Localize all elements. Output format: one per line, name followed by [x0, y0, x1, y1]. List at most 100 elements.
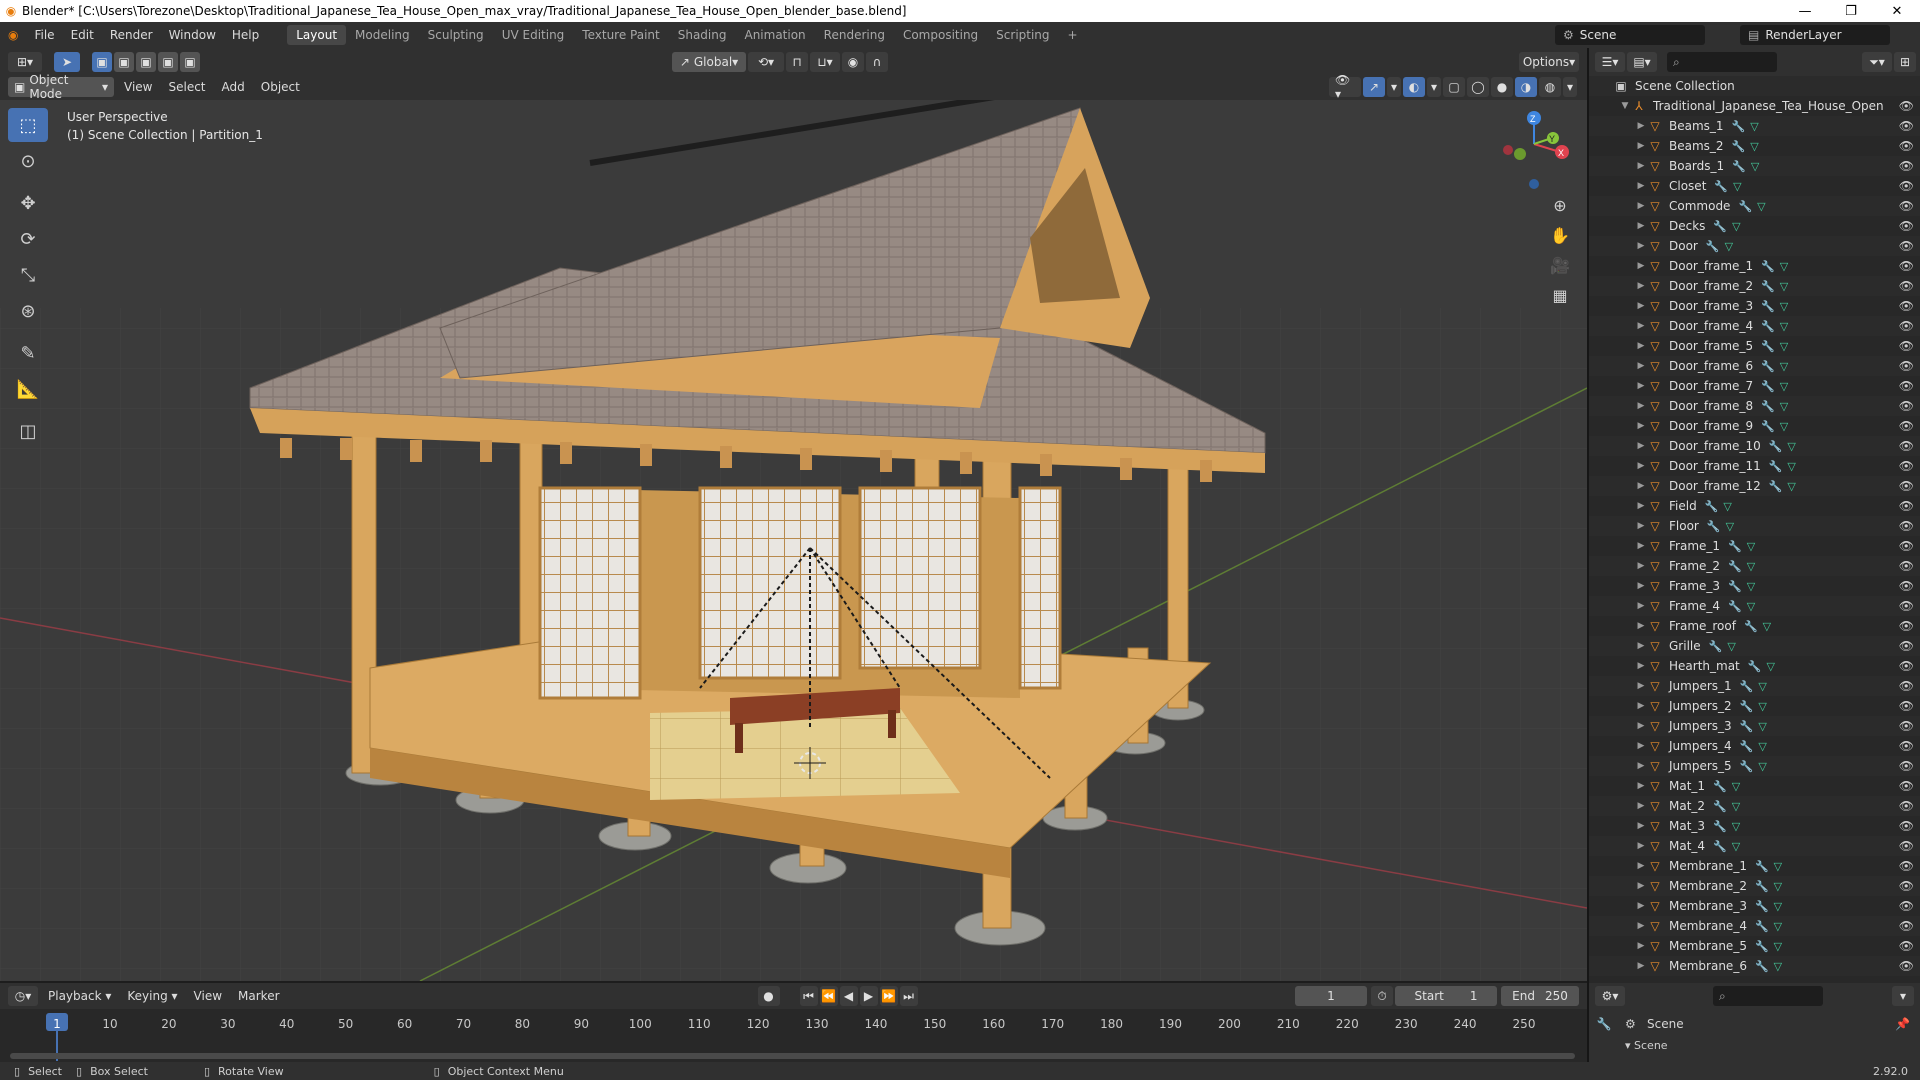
end-frame-field[interactable]: End 250 — [1501, 986, 1579, 1006]
mesh-data-icon[interactable]: ▽ — [1780, 260, 1788, 273]
outliner-item[interactable]: ▶ ▽ Membrane_1 🔧 ▽ 👁 — [1589, 856, 1920, 876]
tab-sculpting[interactable]: Sculpting — [419, 25, 493, 45]
mesh-data-icon[interactable]: ▽ — [1766, 660, 1774, 673]
modifier-wrench-icon[interactable]: 🔧 — [1709, 640, 1723, 653]
modifier-wrench-icon[interactable]: 🔧 — [1761, 400, 1775, 413]
modifier-wrench-icon[interactable]: 🔧 — [1761, 260, 1775, 273]
gizmo-toggle-icon[interactable]: ↗ — [1363, 77, 1385, 97]
outliner-item[interactable]: ▶ ▽ Door_frame_12 🔧 ▽ 👁 — [1589, 476, 1920, 496]
select-mode-intersect-icon[interactable]: ▣ — [180, 52, 200, 72]
outliner-item[interactable]: ▶ ▽ Membrane_2 🔧 ▽ 👁 — [1589, 876, 1920, 896]
mesh-data-icon[interactable]: ▽ — [1774, 880, 1782, 893]
mesh-data-icon[interactable]: ▽ — [1751, 160, 1759, 173]
timeline-scrollbar[interactable] — [10, 1053, 1575, 1059]
expand-icon[interactable]: ▶ — [1635, 381, 1647, 391]
mesh-data-icon[interactable]: ▽ — [1757, 200, 1765, 213]
jump-start-icon[interactable]: ⏮ — [799, 986, 818, 1006]
modifier-wrench-icon[interactable]: 🔧 — [1740, 740, 1754, 753]
outliner-item[interactable]: ▶ ▽ Door_frame_6 🔧 ▽ 👁 — [1589, 356, 1920, 376]
tab-compositing[interactable]: Compositing — [894, 25, 987, 45]
visibility-eye-icon[interactable]: 👁 — [1899, 379, 1914, 393]
modifier-wrench-icon[interactable]: 🔧 — [1713, 820, 1727, 833]
xray-icon[interactable]: ▢ — [1443, 77, 1465, 97]
mesh-data-icon[interactable]: ▽ — [1726, 520, 1734, 533]
visibility-eye-icon[interactable]: 👁 — [1899, 519, 1914, 533]
expand-icon[interactable]: ▶ — [1635, 441, 1647, 451]
expand-icon[interactable]: ▶ — [1635, 261, 1647, 271]
expand-icon[interactable]: ▶ — [1635, 701, 1647, 711]
outliner-item[interactable]: ▶ ▽ Membrane_3 🔧 ▽ 👁 — [1589, 896, 1920, 916]
outliner-search-input[interactable]: ⌕ — [1667, 52, 1777, 72]
mesh-data-icon[interactable]: ▽ — [1787, 460, 1795, 473]
mesh-data-icon[interactable]: ▽ — [1725, 240, 1733, 253]
3d-viewport[interactable]: Z X Y User Perspective (1) Scene Collect… — [0, 88, 1587, 981]
mesh-data-icon[interactable]: ▽ — [1780, 420, 1788, 433]
expand-icon[interactable]: ▶ — [1635, 341, 1647, 351]
visibility-eye-icon[interactable]: 👁 — [1899, 699, 1914, 713]
mesh-data-icon[interactable]: ▽ — [1780, 280, 1788, 293]
expand-icon[interactable]: ▶ — [1635, 961, 1647, 971]
visibility-eye-icon[interactable]: 👁 — [1899, 859, 1914, 873]
expand-icon[interactable]: ▶ — [1635, 841, 1647, 851]
outliner-item[interactable]: ▶ ▽ Door_frame_4 🔧 ▽ 👁 — [1589, 316, 1920, 336]
modifier-wrench-icon[interactable]: 🔧 — [1732, 160, 1746, 173]
visibility-eye-icon[interactable]: 👁 — [1899, 139, 1914, 153]
expand-icon[interactable]: ▶ — [1635, 541, 1647, 551]
visibility-eye-icon[interactable]: 👁 — [1899, 179, 1914, 193]
stopwatch-icon[interactable]: ⏱ — [1371, 986, 1393, 1006]
expand-icon[interactable]: ▶ — [1635, 641, 1647, 651]
tab-rendering[interactable]: Rendering — [815, 25, 894, 45]
tool-properties-icon[interactable]: 🔧 — [1589, 1017, 1619, 1031]
new-collection-icon[interactable]: ⊞ — [1894, 52, 1916, 72]
outliner-item[interactable]: ▶ ▽ Jumpers_2 🔧 ▽ 👁 — [1589, 696, 1920, 716]
mesh-data-icon[interactable]: ▽ — [1780, 400, 1788, 413]
expand-icon[interactable]: ▶ — [1635, 401, 1647, 411]
play-icon[interactable]: ▶ — [859, 986, 878, 1006]
expand-icon[interactable]: ▶ — [1635, 161, 1647, 171]
outliner-item[interactable]: ▶ ▽ Grille 🔧 ▽ 👁 — [1589, 636, 1920, 656]
mesh-data-icon[interactable]: ▽ — [1774, 960, 1782, 973]
viewport-menu-view[interactable]: View — [116, 74, 160, 100]
falloff-icon[interactable]: ∩ — [866, 52, 888, 72]
visibility-eye-icon[interactable]: 👁 — [1899, 419, 1914, 433]
visibility-eye-icon[interactable]: 👁 — [1899, 239, 1914, 253]
viewport-menu-add[interactable]: Add — [214, 74, 253, 100]
select-mode-new-icon[interactable]: ▣ — [92, 52, 112, 72]
outliner-item[interactable]: ▶ ▽ Door_frame_8 🔧 ▽ 👁 — [1589, 396, 1920, 416]
outliner-item[interactable]: ▶ ▽ Boards_1 🔧 ▽ 👁 — [1589, 156, 1920, 176]
pivot-point-icon[interactable]: ⟲▾ — [748, 52, 784, 72]
minimize-icon[interactable]: — — [1782, 4, 1828, 19]
modifier-wrench-icon[interactable]: 🔧 — [1740, 680, 1754, 693]
visibility-eye-icon[interactable]: 👁 — [1899, 439, 1914, 453]
outliner-item[interactable]: ▶ ▽ Beams_2 🔧 ▽ 👁 — [1589, 136, 1920, 156]
timeline-menu-playback[interactable]: Playback ▾ — [40, 983, 119, 1009]
expand-icon[interactable]: ▶ — [1635, 861, 1647, 871]
menu-render[interactable]: Render — [102, 22, 161, 48]
mesh-data-icon[interactable]: ▽ — [1780, 320, 1788, 333]
modifier-wrench-icon[interactable]: 🔧 — [1707, 520, 1721, 533]
modifier-wrench-icon[interactable]: 🔧 — [1713, 220, 1727, 233]
mesh-data-icon[interactable]: ▽ — [1732, 840, 1740, 853]
expand-icon[interactable]: ▶ — [1635, 461, 1647, 471]
transform-icon[interactable]: ⊛ — [8, 294, 48, 328]
visibility-eye-icon[interactable]: 👁 — [1899, 879, 1914, 893]
select-tool-icon[interactable]: ➤ — [54, 52, 80, 72]
outliner-item[interactable]: ▶ ▽ Mat_4 🔧 ▽ 👁 — [1589, 836, 1920, 856]
expand-icon[interactable]: ▶ — [1635, 481, 1647, 491]
modifier-wrench-icon[interactable]: 🔧 — [1728, 540, 1742, 553]
modifier-wrench-icon[interactable]: 🔧 — [1728, 600, 1742, 613]
modifier-wrench-icon[interactable]: 🔧 — [1769, 480, 1783, 493]
jump-end-icon[interactable]: ⏭ — [899, 986, 918, 1006]
tab-shading[interactable]: Shading — [669, 25, 736, 45]
snap-target-icon[interactable]: ⊔▾ — [810, 52, 840, 72]
visibility-eye-icon[interactable]: 👁 — [1899, 759, 1914, 773]
mesh-data-icon[interactable]: ▽ — [1780, 360, 1788, 373]
mesh-data-icon[interactable]: ▽ — [1733, 180, 1741, 193]
rendered-shading-icon[interactable]: ◍ — [1539, 77, 1561, 97]
close-icon[interactable]: ✕ — [1874, 4, 1920, 19]
restore-icon[interactable]: ❐ — [1828, 4, 1874, 19]
modifier-wrench-icon[interactable]: 🔧 — [1761, 420, 1775, 433]
mesh-data-icon[interactable]: ▽ — [1723, 500, 1731, 513]
timeline-editor-type-icon[interactable]: ◷▾ — [8, 986, 38, 1006]
viewport-menu-select[interactable]: Select — [160, 74, 213, 100]
